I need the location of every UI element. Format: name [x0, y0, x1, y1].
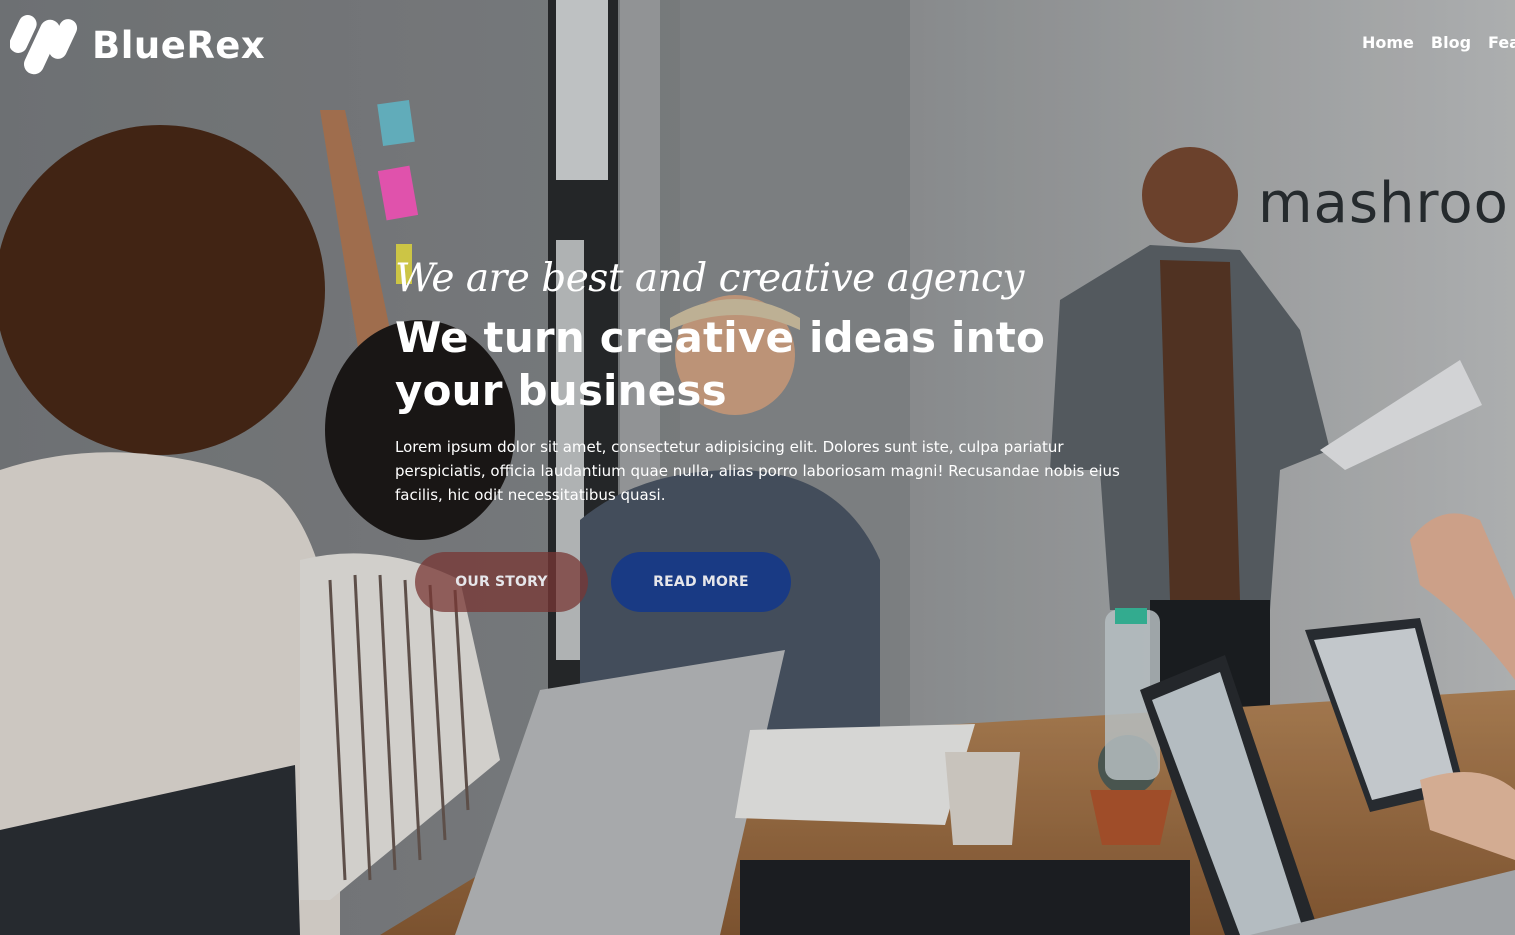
- brand-name: BlueRex: [92, 23, 266, 67]
- hero-section: mashroo BlueRex Home Blog Fea We are bes…: [0, 0, 1515, 935]
- hero-content: We are best and creative agency We turn …: [395, 253, 1155, 507]
- main-nav: Home Blog Fea: [1362, 33, 1515, 52]
- hero-tagline: We are best and creative agency: [395, 256, 1024, 301]
- bluerex-logo-icon: [10, 15, 78, 75]
- nav-item-features[interactable]: Fea: [1488, 33, 1515, 52]
- read-more-button[interactable]: READ MORE: [611, 552, 791, 612]
- nav-item-home[interactable]: Home: [1362, 33, 1414, 52]
- hero-description: Lorem ipsum dolor sit amet, consectetur …: [395, 438, 1120, 504]
- brand-logo[interactable]: BlueRex: [10, 12, 265, 78]
- nav-item-blog[interactable]: Blog: [1431, 33, 1471, 52]
- hero-headline: We turn creative ideas into your busines…: [395, 313, 1046, 415]
- our-story-button[interactable]: OUR STORY: [415, 552, 588, 612]
